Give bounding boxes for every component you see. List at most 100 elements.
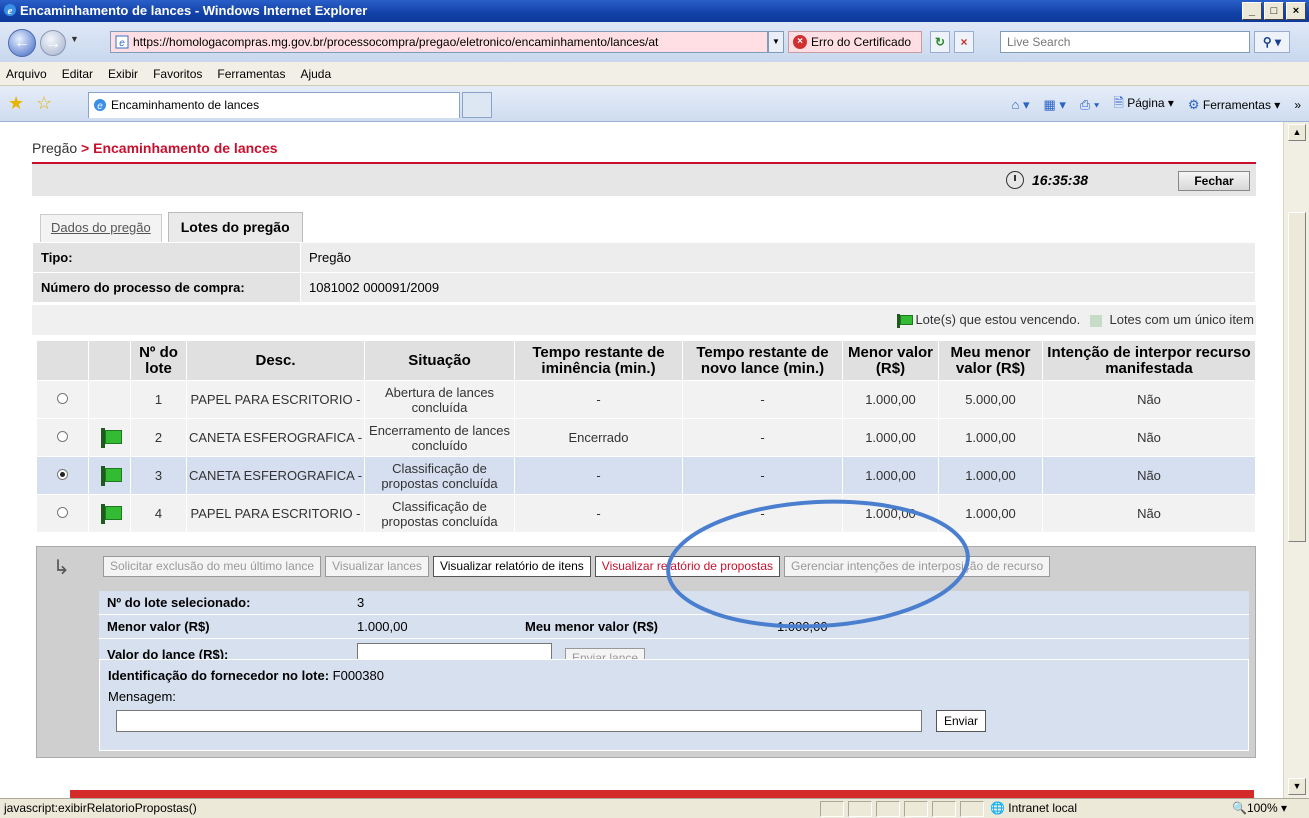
chevron-right-icon[interactable]: » [1294, 98, 1301, 112]
visualizar-lances-button[interactable]: Visualizar lances [325, 556, 429, 577]
cell-meu-menor: 1.000,00 [938, 494, 1043, 533]
menu-ajuda[interactable]: Ajuda [300, 67, 331, 81]
tipo-value: Pregão [300, 242, 1256, 273]
minimize-button[interactable]: _ [1242, 2, 1262, 20]
close-button[interactable]: Fechar [1178, 171, 1250, 191]
print-icon[interactable]: ⎙ ▾ [1080, 97, 1099, 113]
tools-menu[interactable]: ⚙ Ferramentas ▾ [1188, 97, 1280, 113]
cell-iminencia: Encerrado [514, 418, 683, 457]
tab-page-icon: e [94, 99, 106, 112]
zoom-icon: 🔍 [1232, 801, 1247, 815]
return-arrow-icon: ↳ [53, 557, 70, 579]
menu-editar[interactable]: Editar [62, 67, 93, 81]
lote-selecionado-label: Nº do lote selecionado: [107, 595, 251, 610]
lot-radio[interactable] [57, 469, 68, 480]
certificate-error-button[interactable]: × Erro do Certificado [788, 31, 922, 53]
menu-arquivo[interactable]: Arquivo [6, 67, 47, 81]
fornecedor-value: F000380 [332, 668, 384, 683]
col-situacao: Situação [364, 340, 515, 381]
favorites-star-icon[interactable]: ★ [8, 93, 24, 114]
svg-text:e: e [8, 5, 13, 17]
flag-icon [99, 427, 122, 448]
lot-action-panel: ↳ Solicitar exclusão do meu último lance… [36, 546, 1256, 758]
lot-radio[interactable] [57, 431, 68, 442]
page-viewport: Pregão > Encaminhamento de lances 16:35:… [0, 122, 1283, 798]
search-placeholder: Live Search [1007, 35, 1071, 49]
menu-ferramentas[interactable]: Ferramentas [217, 67, 285, 81]
cell-recurso: Não [1042, 456, 1256, 495]
forward-button[interactable]: → [40, 30, 66, 56]
breadcrumb-current: Encaminhamento de lances [93, 140, 278, 156]
scroll-thumb[interactable] [1288, 212, 1306, 542]
window-title: Encaminhamento de lances - Windows Inter… [20, 3, 368, 18]
menu-exibir[interactable]: Exibir [108, 67, 138, 81]
breadcrumb-root[interactable]: Pregão [32, 140, 77, 156]
legend: Lote(s) que estou vencendo. Lotes com um… [32, 305, 1256, 335]
search-icon[interactable]: ⚲ ▾ [1254, 31, 1290, 53]
browser-tab[interactable]: e Encaminhamento de lances [88, 92, 460, 118]
col-iminencia: Tempo restante de iminência (min.) [514, 340, 683, 381]
table-row[interactable]: 2 CANETA ESFEROGRAFICA - Encerramento de l… [36, 418, 1256, 457]
detail-row-valores: Menor valor (R$) 1.000,00 Meu menor valo… [99, 615, 1249, 639]
page-menu[interactable]: 🗎 Página ▾ [1113, 94, 1174, 116]
cell-meu-menor: 1.000,00 [938, 418, 1043, 457]
new-tab-button[interactable] [462, 92, 492, 118]
stop-icon[interactable]: × [954, 31, 974, 53]
lot-radio[interactable] [57, 393, 68, 404]
table-row[interactable]: 3 CANETA ESFEROGRAFICA - Classificação de … [36, 456, 1256, 495]
table-row[interactable]: 1 PAPEL PARA ESCRITORIO - Abertura de lanc… [36, 380, 1256, 419]
tab-dados-pregao[interactable]: Dados do pregão [40, 214, 162, 242]
address-input[interactable]: e https://homologacompras.mg.gov.br/proc… [110, 31, 768, 53]
col-select [36, 340, 89, 381]
cell-lote: 3 [130, 456, 187, 495]
back-button[interactable]: ← [8, 29, 36, 57]
processo-value: 1081002 000091/2009 [300, 272, 1256, 303]
gerenciar-recurso-button[interactable]: Gerenciar intenções de interposição de r… [784, 556, 1051, 577]
zoom-control[interactable]: 🔍100% ▾ [1232, 799, 1287, 818]
cell-lote: 2 [130, 418, 187, 457]
history-dropdown-icon[interactable]: ▼ [70, 34, 79, 44]
security-zone[interactable]: 🌐 Intranet local [990, 799, 1077, 818]
address-dropdown-icon[interactable]: ▼ [768, 31, 784, 53]
tab-bar: ★ ☆ e Encaminhamento de lances ⌂ ▾ ▦ ▾ ⎙… [0, 86, 1309, 122]
enviar-button[interactable]: Enviar [936, 710, 987, 732]
cell-lote: 1 [130, 380, 187, 419]
cell-select [36, 418, 89, 457]
col-lote: Nº do lote [130, 340, 187, 381]
cell-menor: 1.000,00 [842, 418, 939, 457]
menu-favoritos[interactable]: Favoritos [153, 67, 202, 81]
vertical-scrollbar[interactable]: ▲ ▼ [1283, 122, 1309, 798]
tab-lotes-pregao[interactable]: Lotes do pregão [167, 212, 303, 242]
security-zone-label: Intranet local [1008, 801, 1078, 815]
relatorio-itens-button[interactable]: Visualizar relatório de itens [432, 556, 591, 577]
page-menu-icon: 🗎 [1113, 95, 1124, 110]
status-segment [960, 801, 984, 817]
lot-radio[interactable] [57, 507, 68, 518]
feeds-icon[interactable]: ▦ ▾ [1043, 97, 1065, 113]
cell-flag [88, 380, 131, 419]
scroll-up-icon[interactable]: ▲ [1288, 124, 1306, 141]
gear-icon: ⚙ [1187, 97, 1200, 112]
status-text: javascript:exibirRelatorioPropostas() [4, 801, 197, 815]
refresh-icon[interactable]: ↻ [930, 31, 950, 53]
status-segment [876, 801, 900, 817]
cell-recurso: Não [1042, 418, 1256, 457]
table-row[interactable]: 4 PAPEL PARA ESCRITORIO - Classificação de… [36, 494, 1256, 533]
scroll-down-icon[interactable]: ▼ [1288, 778, 1306, 795]
mensagem-input[interactable] [116, 710, 922, 732]
status-segment [904, 801, 928, 817]
home-icon[interactable]: ⌂ ▾ [1011, 97, 1029, 113]
cell-desc: PAPEL PARA ESCRITORIO - [186, 380, 365, 419]
add-favorites-icon[interactable]: ☆ [36, 93, 52, 114]
search-input[interactable]: Live Search [1000, 31, 1250, 53]
excluir-lance-button[interactable]: Solicitar exclusão do meu último lance [103, 556, 322, 577]
maximize-button[interactable]: □ [1264, 2, 1284, 20]
cell-situacao: Encerramento de lances concluído [364, 418, 515, 457]
svg-text:e: e [119, 38, 125, 49]
pregao-info-table: Tipo: Pregão Número do processo de compr… [32, 242, 1256, 303]
cell-flag [88, 494, 131, 533]
clock-time: 16:35:38 [1032, 172, 1089, 188]
close-window-button[interactable]: × [1286, 2, 1306, 20]
relatorio-propostas-button[interactable]: Visualizar relatório de propostas [594, 556, 781, 577]
command-bar: ⌂ ▾ ▦ ▾ ⎙ ▾ 🗎 Página ▾ ⚙ Ferramentas ▾ » [1011, 94, 1301, 116]
